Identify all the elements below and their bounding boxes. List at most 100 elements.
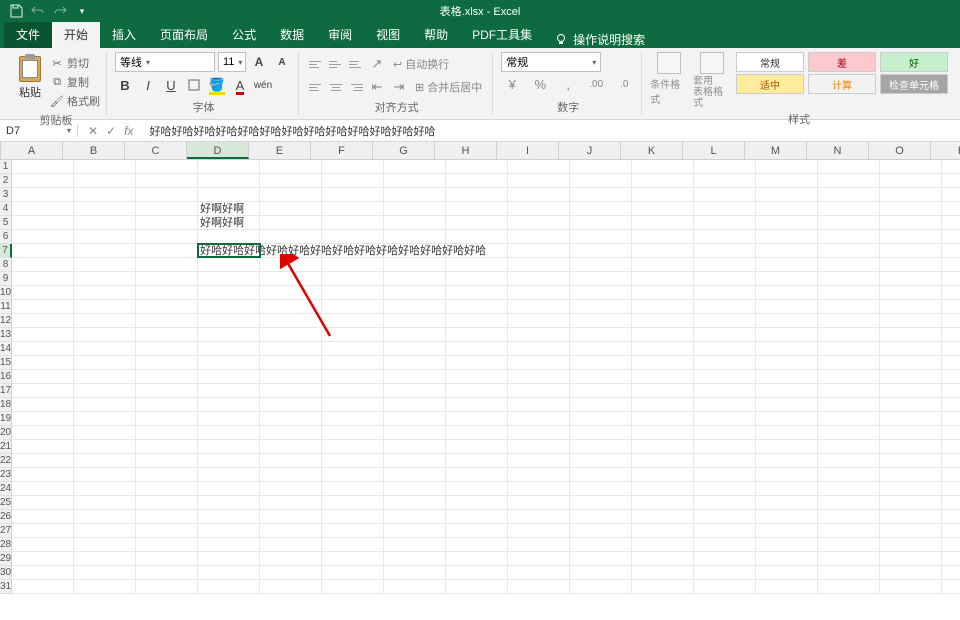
cell-B1[interactable] bbox=[74, 160, 136, 173]
cell-P9[interactable] bbox=[942, 272, 960, 285]
cell-K17[interactable] bbox=[632, 384, 694, 397]
cell-N26[interactable] bbox=[818, 510, 880, 523]
table-format-button[interactable]: 套用 表格格式 bbox=[693, 52, 730, 109]
cell-E12[interactable] bbox=[260, 314, 322, 327]
cell-N23[interactable] bbox=[818, 468, 880, 481]
cell-O6[interactable] bbox=[880, 230, 942, 243]
cell-G21[interactable] bbox=[384, 440, 446, 453]
cell-I21[interactable] bbox=[508, 440, 570, 453]
cell-D31[interactable] bbox=[198, 580, 260, 593]
cell-I16[interactable] bbox=[508, 370, 570, 383]
column-header-N[interactable]: N bbox=[807, 142, 869, 159]
cell-J23[interactable] bbox=[570, 468, 632, 481]
cell-J27[interactable] bbox=[570, 524, 632, 537]
cells-area[interactable]: 好啊好啊好啊好啊好哈好哈好哈好哈好哈好哈好哈好哈好哈好哈好哈好哈好哈 bbox=[12, 160, 960, 594]
cell-G17[interactable] bbox=[384, 384, 446, 397]
cell-D21[interactable] bbox=[198, 440, 260, 453]
cell-C2[interactable] bbox=[136, 174, 198, 187]
cell-E13[interactable] bbox=[260, 328, 322, 341]
cell-F19[interactable] bbox=[322, 412, 384, 425]
decrease-decimal-button[interactable]: .0 bbox=[613, 75, 635, 93]
cell-G22[interactable] bbox=[384, 454, 446, 467]
cell-O23[interactable] bbox=[880, 468, 942, 481]
cell-A14[interactable] bbox=[12, 342, 74, 355]
cell-A17[interactable] bbox=[12, 384, 74, 397]
cell-C23[interactable] bbox=[136, 468, 198, 481]
cancel-formula-button[interactable]: ✕ bbox=[88, 124, 98, 138]
cell-F18[interactable] bbox=[322, 398, 384, 411]
cell-N16[interactable] bbox=[818, 370, 880, 383]
row-header-3[interactable]: 3 bbox=[0, 188, 12, 202]
cell-H17[interactable] bbox=[446, 384, 508, 397]
cell-A16[interactable] bbox=[12, 370, 74, 383]
percent-button[interactable]: % bbox=[529, 75, 551, 93]
italic-button[interactable]: I bbox=[138, 75, 158, 95]
cell-L19[interactable] bbox=[694, 412, 756, 425]
cell-D24[interactable] bbox=[198, 482, 260, 495]
cell-B29[interactable] bbox=[74, 552, 136, 565]
cell-M8[interactable] bbox=[756, 258, 818, 271]
cell-G11[interactable] bbox=[384, 300, 446, 313]
cell-G27[interactable] bbox=[384, 524, 446, 537]
cell-J8[interactable] bbox=[570, 258, 632, 271]
cell-K7[interactable] bbox=[632, 244, 694, 257]
cut-button[interactable]: ✂ 剪切 bbox=[50, 54, 100, 72]
cell-P22[interactable] bbox=[942, 454, 960, 467]
cell-L14[interactable] bbox=[694, 342, 756, 355]
cell-H23[interactable] bbox=[446, 468, 508, 481]
align-bottom-button[interactable] bbox=[347, 55, 365, 73]
cell-L10[interactable] bbox=[694, 286, 756, 299]
cell-E23[interactable] bbox=[260, 468, 322, 481]
cell-D14[interactable] bbox=[198, 342, 260, 355]
cell-G24[interactable] bbox=[384, 482, 446, 495]
cell-B26[interactable] bbox=[74, 510, 136, 523]
cell-D6[interactable] bbox=[198, 230, 260, 243]
column-header-I[interactable]: I bbox=[497, 142, 559, 159]
cell-P21[interactable] bbox=[942, 440, 960, 453]
cell-E11[interactable] bbox=[260, 300, 322, 313]
cell-E18[interactable] bbox=[260, 398, 322, 411]
row-header-18[interactable]: 18 bbox=[0, 398, 12, 412]
cell-P18[interactable] bbox=[942, 398, 960, 411]
cell-E15[interactable] bbox=[260, 356, 322, 369]
align-middle-button[interactable] bbox=[327, 55, 345, 73]
cell-C10[interactable] bbox=[136, 286, 198, 299]
cell-G5[interactable] bbox=[384, 216, 446, 229]
column-header-L[interactable]: L bbox=[683, 142, 745, 159]
cell-M21[interactable] bbox=[756, 440, 818, 453]
cell-O17[interactable] bbox=[880, 384, 942, 397]
cell-G10[interactable] bbox=[384, 286, 446, 299]
cell-B31[interactable] bbox=[74, 580, 136, 593]
cell-A10[interactable] bbox=[12, 286, 74, 299]
cell-B11[interactable] bbox=[74, 300, 136, 313]
cell-C4[interactable] bbox=[136, 202, 198, 215]
cell-P19[interactable] bbox=[942, 412, 960, 425]
tab-insert[interactable]: 插入 bbox=[100, 21, 148, 48]
cell-G28[interactable] bbox=[384, 538, 446, 551]
cell-J26[interactable] bbox=[570, 510, 632, 523]
cell-M26[interactable] bbox=[756, 510, 818, 523]
increase-decimal-button[interactable]: .00 bbox=[585, 75, 607, 93]
cell-B21[interactable] bbox=[74, 440, 136, 453]
cell-J25[interactable] bbox=[570, 496, 632, 509]
cell-M31[interactable] bbox=[756, 580, 818, 593]
cell-O18[interactable] bbox=[880, 398, 942, 411]
name-box[interactable]: D7 ▾ bbox=[0, 125, 78, 137]
cell-D16[interactable] bbox=[198, 370, 260, 383]
cell-H18[interactable] bbox=[446, 398, 508, 411]
cell-M18[interactable] bbox=[756, 398, 818, 411]
cell-D23[interactable] bbox=[198, 468, 260, 481]
cell-B15[interactable] bbox=[74, 356, 136, 369]
cell-L6[interactable] bbox=[694, 230, 756, 243]
cell-A27[interactable] bbox=[12, 524, 74, 537]
row-header-15[interactable]: 15 bbox=[0, 356, 12, 370]
column-header-E[interactable]: E bbox=[249, 142, 311, 159]
tell-me-search[interactable]: 操作说明搜索 bbox=[544, 31, 655, 48]
cell-J28[interactable] bbox=[570, 538, 632, 551]
column-header-C[interactable]: C bbox=[125, 142, 187, 159]
cell-D8[interactable] bbox=[198, 258, 260, 271]
cell-P28[interactable] bbox=[942, 538, 960, 551]
cell-L4[interactable] bbox=[694, 202, 756, 215]
cell-D7[interactable]: 好哈好哈好哈好哈好哈好哈好哈好哈好哈好哈好哈好哈好哈 bbox=[198, 244, 260, 257]
cell-M17[interactable] bbox=[756, 384, 818, 397]
